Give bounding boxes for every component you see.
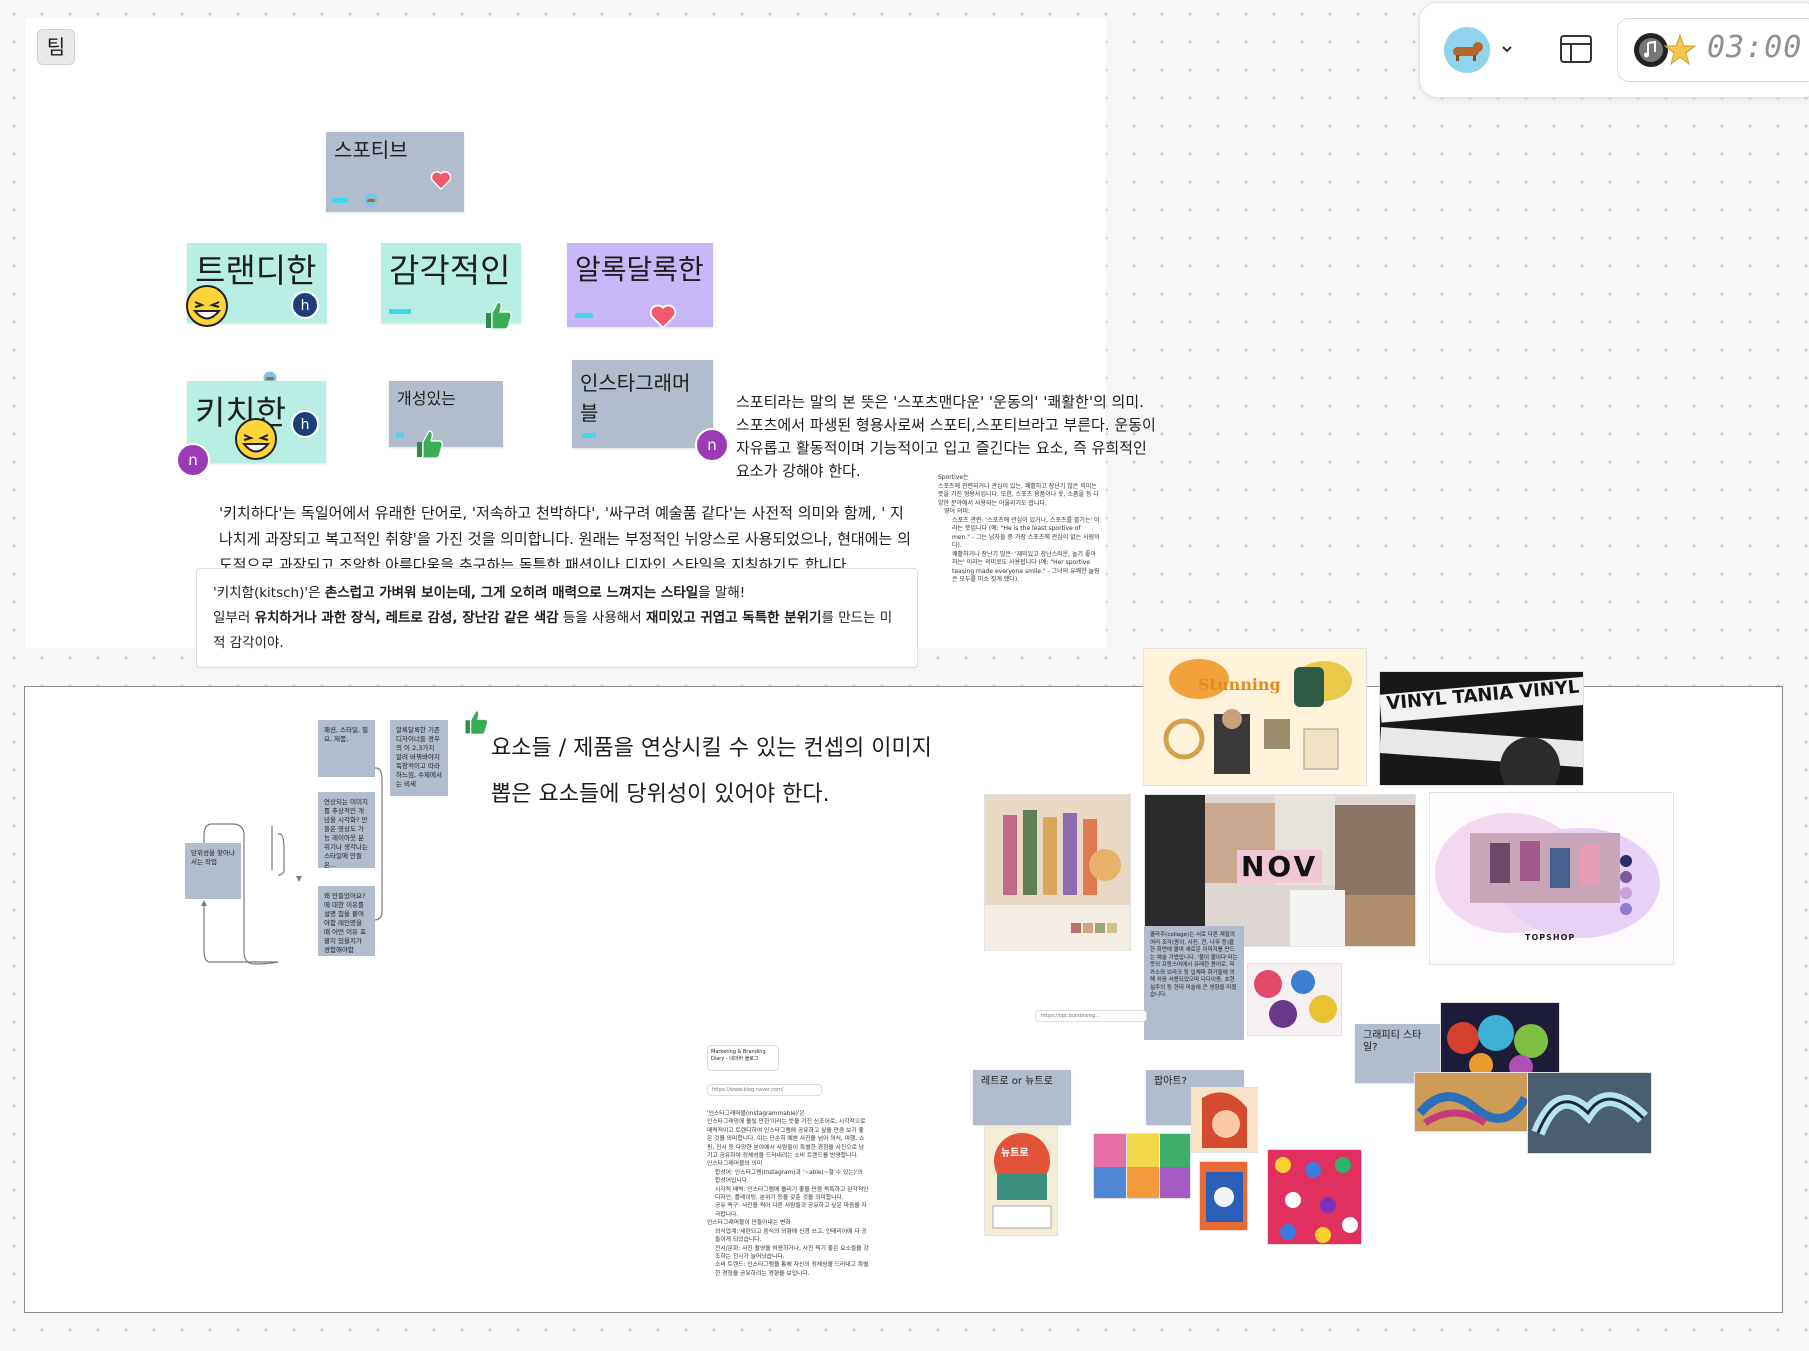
sticky-retro-newtro[interactable]: 레트로 or 뉴트로 bbox=[973, 1070, 1071, 1125]
sticky-instagrammable[interactable]: 인스타그래머블 bbox=[572, 360, 713, 448]
pop-art-pattern-image[interactable] bbox=[1267, 1149, 1362, 1245]
kitsch-card-line2: 일부러 유치하거나 과한 장식, 레트로 감성, 장난감 같은 색감 등을 사용… bbox=[213, 610, 893, 651]
pop-art-marilyn-image[interactable] bbox=[1093, 1133, 1191, 1199]
kitsch-card-line1: '키치함(kitsch)'은 촌스럽고 가벼워 보이는데, 그게 오히려 매력으… bbox=[213, 585, 746, 601]
note-item: 쾌활하거나 장난기 많은: '재미있고 장난스러운, 놀기 좋아하는' 이라는 … bbox=[952, 550, 1100, 584]
laughing-emoji-icon bbox=[235, 418, 277, 460]
sticky-label: 레트로 or 뉴트로 bbox=[981, 1076, 1053, 1087]
nov-text: NOV bbox=[1237, 850, 1323, 883]
stunning-collage-image[interactable]: Stunning bbox=[1143, 648, 1367, 786]
flow-note[interactable]: 연상되는 이미지를 추상적인 개념을 시각화? 만들은 영상도 가능 레이아웃 … bbox=[318, 792, 375, 869]
note-body: 스포츠에 관련되거나 관심이 있는, 쾌활하고 장난기 많은 의미는 뜻을 가진… bbox=[938, 482, 1099, 507]
graffiti-wall-image[interactable] bbox=[1414, 1072, 1528, 1132]
author-marker bbox=[389, 309, 411, 314]
newtro-poster-image[interactable]: 뉴트로 bbox=[984, 1125, 1058, 1236]
headline-justification[interactable]: 뽑은 요소들에 당위성이 있어야 한다. bbox=[491, 780, 830, 810]
topshop-collage-image[interactable]: TOPSHOP bbox=[1429, 792, 1674, 965]
sticky-label: 스포티브 bbox=[334, 138, 408, 162]
note-subtitle: 인스타그래머블의 의미 bbox=[707, 1161, 763, 1168]
sticky-label: 인스타그래머블 bbox=[580, 371, 691, 425]
flow-note[interactable]: 패션, 스타일, 필요, 제품, bbox=[318, 720, 375, 777]
note-title: '인스타그래머블(instagrammable)'은 bbox=[707, 1111, 805, 1117]
avatar-n: n bbox=[695, 428, 729, 462]
sticky-unique[interactable]: 개성있는 bbox=[389, 381, 503, 447]
flow-note[interactable]: 왜 만들었어요? 에 대한 이유를 설명 칩을 붙여야함 레인명을 때 어떤 이… bbox=[318, 886, 375, 956]
laughing-emoji-icon bbox=[186, 285, 228, 327]
newtro-text: 뉴트로 bbox=[1001, 1148, 1029, 1159]
chevron-down-icon[interactable] bbox=[1500, 42, 1514, 56]
layout-panel-icon[interactable] bbox=[1559, 33, 1593, 65]
sticky-label: 알록달록한 bbox=[575, 253, 704, 286]
avatar-h: h bbox=[291, 410, 319, 438]
note-item: 소비 트렌드: 인스타그램을 통해 자신의 정체성을 드러내고 특별한 경험을 … bbox=[715, 1262, 869, 1277]
sparkle-star-icon bbox=[1663, 33, 1697, 66]
graffiti-letters-image[interactable] bbox=[1527, 1072, 1652, 1154]
note-item: 전시/문화: 사진 촬영을 허용하거나, 사진 찍기 좋은 요소들을 강조하는 … bbox=[715, 1245, 869, 1260]
sticky-label: 그래피티 스타일? bbox=[1363, 1030, 1422, 1053]
dachshund-icon bbox=[1453, 42, 1483, 61]
kitsch-description[interactable]: '키치하다'는 독일어에서 유래한 단어로, '저속하고 천박하다', '싸구려… bbox=[219, 500, 913, 578]
author-marker bbox=[575, 313, 593, 318]
pop-art-comic-image[interactable] bbox=[1191, 1087, 1258, 1153]
instagrammable-note[interactable]: '인스타그래머블(instagrammable)'은 인스타그래밍에 올릴 만한… bbox=[707, 1110, 869, 1278]
note-item: 시각적 매력: 인스타그램에 올리기 좋을 만큼 독특하고 감각적인 디자인, … bbox=[715, 1186, 869, 1202]
sticky-label: 개성있는 bbox=[397, 389, 456, 408]
thumbs-up-icon bbox=[465, 710, 489, 735]
topshop-text: TOPSHOP bbox=[1525, 933, 1576, 942]
sportive-note[interactable]: Sportive는 스포츠에 관련되거나 관심이 있는, 쾌활하고 장난기 많은… bbox=[938, 474, 1100, 585]
graffiti-monsters-image[interactable] bbox=[1440, 1002, 1560, 1082]
author-marker bbox=[582, 433, 596, 438]
heart-icon bbox=[649, 304, 677, 329]
heart-icon bbox=[430, 171, 452, 190]
kitsch-stickers-image[interactable] bbox=[1247, 963, 1342, 1036]
note-body: 인스타그래밍에 올릴 만한'이라는 뜻을 가진 신조어로, 시각적으로 매력적이… bbox=[707, 1119, 866, 1160]
sticky-colorful[interactable]: 알록달록한 bbox=[567, 243, 713, 327]
author-marker bbox=[396, 433, 404, 438]
note-item: 외식업계: 세련되고 음식의 외형에 신경 쓰고, 인테리어에 더 공들이게 되… bbox=[715, 1228, 867, 1244]
flow-note[interactable]: 알록달록한 기존 디자이너들 경우의 이 2,3가지 알려 바꿔봐야지 독창적이… bbox=[390, 720, 448, 796]
sporty-description[interactable]: 스포티라는 말의 본 뜻은 '스포츠맨다운' '운동의' '쾌활한'의 의미. … bbox=[736, 391, 1160, 483]
marketing-url-chip[interactable]: https://www.blog.naver.com/ bbox=[707, 1084, 822, 1096]
fashion-illustration-image[interactable] bbox=[984, 794, 1131, 951]
link-chip[interactable]: https://opt.bundesreg... bbox=[1035, 1010, 1147, 1022]
sticky-sportive[interactable]: 스포티브 bbox=[326, 132, 464, 212]
headline-concept[interactable]: 요소들 / 제품을 연상시킬 수 있는 컨셉의 이미지 bbox=[491, 734, 932, 764]
note-list-title: 영어 의미: bbox=[944, 508, 971, 515]
flow-note[interactable]: 당위성을 찾아나서는 작업 bbox=[185, 843, 241, 899]
pop-art-haring-image[interactable] bbox=[1199, 1161, 1248, 1231]
note-item: 스포츠 관련: '스포츠에 관심이 있거나, 스포츠를 즐기는' 이라는 뜻입니… bbox=[952, 516, 1100, 550]
note-item: 합성어: 인스타그램(Instagram)과 '~able(~할 수 있는)'의… bbox=[715, 1169, 863, 1185]
team-button[interactable]: 팀 bbox=[37, 29, 75, 65]
author-marker bbox=[332, 198, 348, 203]
note-item: 공유 욕구: 사진을 찍어 다른 사람들과 공유하고 싶은 마음을 자극합니다. bbox=[715, 1203, 867, 1218]
timer-display: 03:00 bbox=[1707, 30, 1803, 65]
thumbs-up-icon bbox=[486, 301, 512, 330]
user-avatar[interactable] bbox=[1444, 27, 1490, 73]
collage-note[interactable]: 콜라주(collage)는 서로 다른 재질의 여러 조각(종이, 사진, 천,… bbox=[1144, 926, 1244, 1040]
kitsch-card[interactable]: '키치함(kitsch)'은 촌스럽고 가벼워 보이는데, 그게 오히려 매력으… bbox=[196, 568, 918, 668]
note-title: Sportive는 bbox=[938, 474, 969, 481]
note-subtitle: 인스타그래머블이 만들어내는 변화 bbox=[707, 1220, 791, 1227]
sticky-label: 감각적인 bbox=[389, 251, 511, 290]
marketing-link-card[interactable]: Marketing & Branding Diary - 네이버 블로그 bbox=[707, 1045, 779, 1071]
mini-avatar-icon bbox=[364, 193, 378, 207]
thumbs-up-icon bbox=[417, 430, 443, 459]
avatar-n: n bbox=[176, 443, 210, 477]
avatar-h: h bbox=[291, 291, 319, 319]
vinyl-tania-image[interactable]: VINYL TANIA VINYL TANIA bbox=[1379, 671, 1584, 786]
nov-collage-image[interactable]: NOV bbox=[1144, 794, 1416, 947]
stunning-text: Stunning bbox=[1198, 675, 1281, 694]
